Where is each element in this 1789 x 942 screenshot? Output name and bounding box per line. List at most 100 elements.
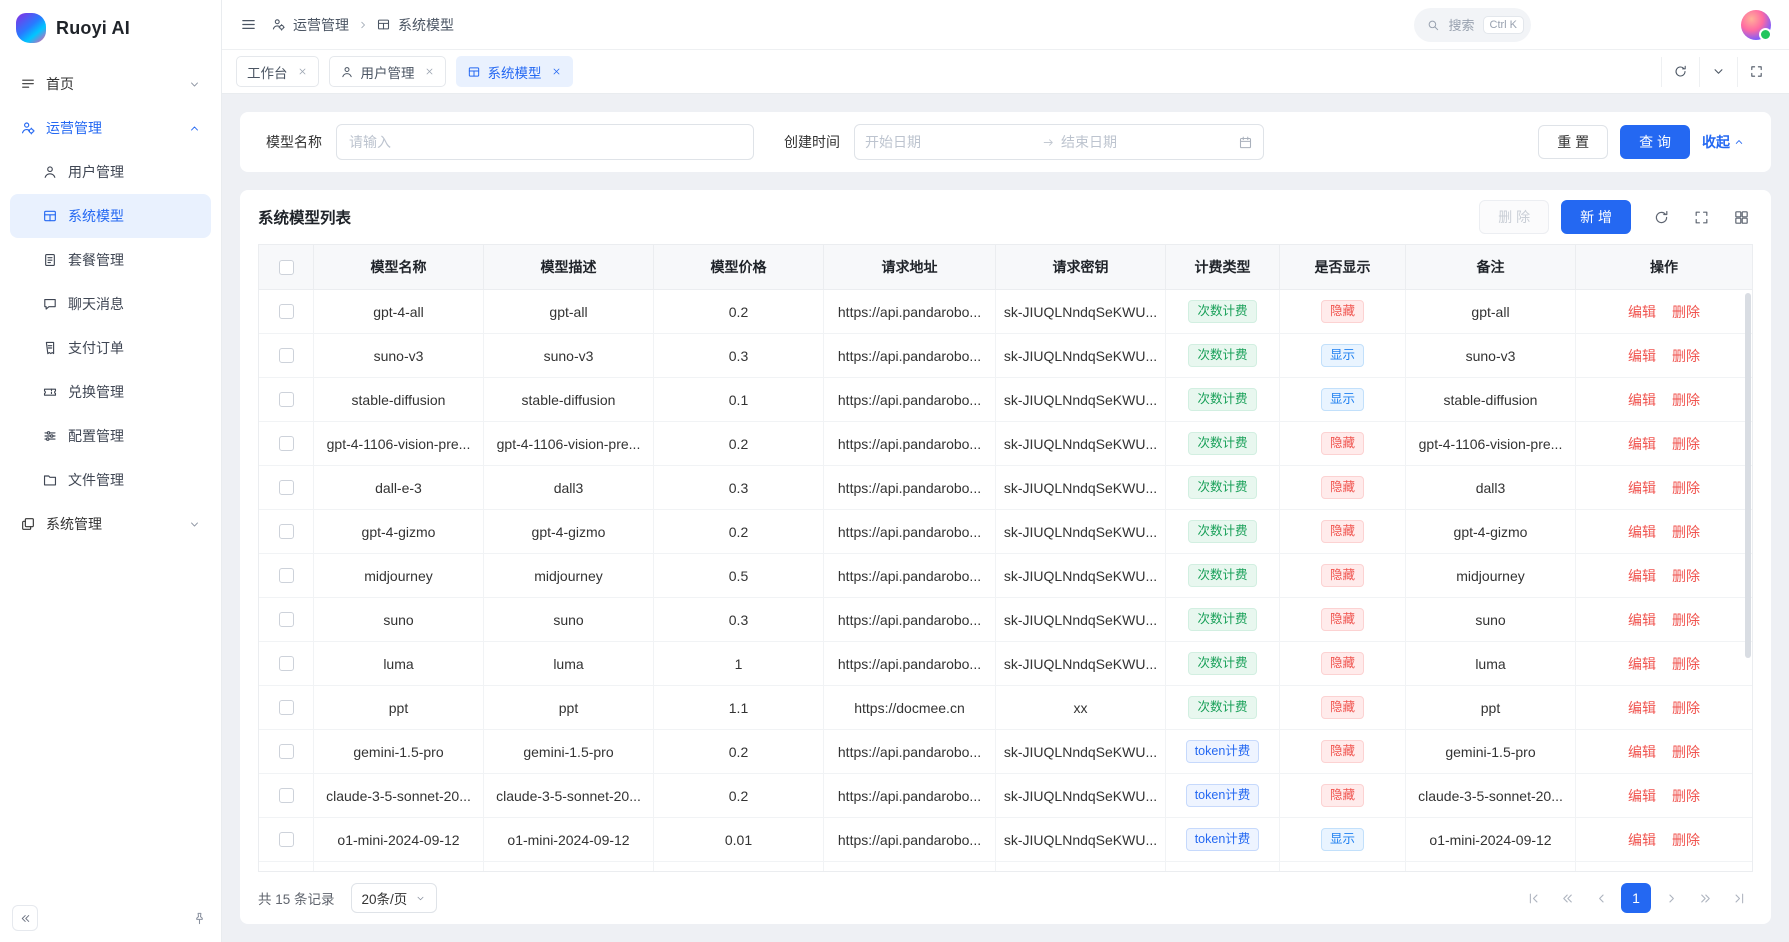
sidebar-subitem[interactable]: 聊天消息 (10, 282, 211, 326)
visibility-badge[interactable]: 隐藏 (1321, 432, 1364, 455)
delete-link[interactable]: 删除 (1672, 654, 1700, 674)
edit-link[interactable]: 编辑 (1628, 742, 1656, 762)
column-header-billing-type[interactable]: 计费类型 (1166, 245, 1280, 289)
row-checkbox[interactable] (279, 612, 294, 627)
pin-button[interactable] (189, 908, 209, 928)
tab[interactable]: 系统模型 (456, 56, 573, 87)
pager-button[interactable] (1553, 884, 1581, 912)
row-checkbox[interactable] (279, 348, 294, 363)
delete-link[interactable]: 删除 (1672, 830, 1700, 850)
row-checkbox[interactable] (279, 700, 294, 715)
pager-button[interactable] (1691, 884, 1719, 912)
avatar[interactable] (1741, 10, 1771, 40)
table-tool-button[interactable] (1689, 205, 1713, 229)
row-checkbox[interactable] (279, 436, 294, 451)
column-header-request-url[interactable]: 请求地址 (824, 245, 996, 289)
sidebar-subitem[interactable]: 配置管理 (10, 414, 211, 458)
delete-link[interactable]: 删除 (1672, 566, 1700, 586)
row-checkbox[interactable] (279, 392, 294, 407)
pager-button[interactable] (1587, 884, 1615, 912)
column-header-model-price[interactable]: 模型价格 (654, 245, 824, 289)
model-name-input[interactable] (336, 124, 754, 160)
current-page-button[interactable]: 1 (1621, 883, 1651, 913)
delete-link[interactable]: 删除 (1672, 610, 1700, 630)
visibility-badge[interactable]: 隐藏 (1321, 564, 1364, 587)
sidebar-toggle-button[interactable] (240, 16, 257, 33)
search-button[interactable]: 搜索 Ctrl K (1414, 8, 1531, 42)
delete-button[interactable]: 删 除 (1479, 200, 1549, 234)
edit-link[interactable]: 编辑 (1628, 610, 1656, 630)
add-button[interactable]: 新 增 (1561, 200, 1631, 234)
scrollbar-thumb[interactable] (1745, 293, 1751, 658)
tab-close-icon[interactable] (551, 66, 562, 77)
tab[interactable]: 用户管理 (329, 56, 446, 87)
brand[interactable]: Ruoyi AI (0, 0, 221, 56)
sidebar-subitem[interactable]: 用户管理 (10, 150, 211, 194)
sidebar-subitem[interactable]: 套餐管理 (10, 238, 211, 282)
edit-link[interactable]: 编辑 (1628, 478, 1656, 498)
column-header-model-name[interactable]: 模型名称 (314, 245, 484, 289)
edit-link[interactable]: 编辑 (1628, 522, 1656, 542)
column-header-request-key[interactable]: 请求密钥 (996, 245, 1166, 289)
delete-link[interactable]: 删除 (1672, 346, 1700, 366)
edit-link[interactable]: 编辑 (1628, 786, 1656, 806)
reset-button[interactable]: 重 置 (1538, 125, 1608, 159)
edit-link[interactable]: 编辑 (1628, 830, 1656, 850)
row-checkbox[interactable] (279, 744, 294, 759)
visibility-badge[interactable]: 隐藏 (1321, 740, 1364, 763)
sidebar-subitem[interactable]: 系统模型 (10, 194, 211, 238)
end-date-input[interactable] (1061, 134, 1232, 150)
table-tool-button[interactable] (1649, 205, 1673, 229)
breadcrumb-item[interactable]: 运营管理 (271, 15, 349, 35)
sidebar-collapse-button[interactable] (12, 905, 38, 931)
row-checkbox[interactable] (279, 656, 294, 671)
row-checkbox[interactable] (279, 304, 294, 319)
sidebar-subitem[interactable]: 支付订单 (10, 326, 211, 370)
tab-close-icon[interactable] (424, 66, 435, 77)
visibility-badge[interactable]: 显示 (1321, 344, 1364, 367)
delete-link[interactable]: 删除 (1672, 434, 1700, 454)
sidebar-subitem[interactable]: 兑换管理 (10, 370, 211, 414)
delete-link[interactable]: 删除 (1672, 742, 1700, 762)
edit-link[interactable]: 编辑 (1628, 698, 1656, 718)
start-date-input[interactable] (865, 134, 1036, 150)
sidebar-item-system[interactable]: 系统管理 (10, 502, 211, 546)
column-header-model-desc[interactable]: 模型描述 (484, 245, 654, 289)
visibility-badge[interactable]: 隐藏 (1321, 696, 1364, 719)
tabbar-action-button[interactable] (1699, 57, 1737, 87)
sidebar-item-home[interactable]: 首页 (10, 62, 211, 106)
edit-link[interactable]: 编辑 (1628, 390, 1656, 410)
delete-link[interactable]: 删除 (1672, 390, 1700, 410)
edit-link[interactable]: 编辑 (1628, 434, 1656, 454)
visibility-badge[interactable]: 隐藏 (1321, 608, 1364, 631)
row-checkbox[interactable] (279, 480, 294, 495)
pager-button[interactable] (1519, 884, 1547, 912)
edit-link[interactable]: 编辑 (1628, 566, 1656, 586)
sidebar-subitem[interactable]: 文件管理 (10, 458, 211, 502)
visibility-badge[interactable]: 隐藏 (1321, 520, 1364, 543)
table-scrollbar[interactable] (1743, 245, 1752, 871)
column-header-remark[interactable]: 备注 (1406, 245, 1576, 289)
tabbar-action-button[interactable] (1661, 57, 1699, 87)
query-button[interactable]: 查 询 (1620, 125, 1690, 159)
row-checkbox[interactable] (279, 788, 294, 803)
delete-link[interactable]: 删除 (1672, 478, 1700, 498)
select-all-checkbox[interactable] (279, 260, 294, 275)
row-checkbox[interactable] (279, 524, 294, 539)
column-header-visibility[interactable]: 是否显示 (1280, 245, 1406, 289)
row-checkbox[interactable] (279, 832, 294, 847)
pager-button[interactable] (1725, 884, 1753, 912)
edit-link[interactable]: 编辑 (1628, 302, 1656, 322)
tab[interactable]: 工作台 (236, 56, 319, 87)
delete-link[interactable]: 删除 (1672, 698, 1700, 718)
date-range-picker[interactable] (854, 124, 1264, 160)
breadcrumb-item[interactable]: 系统模型 (357, 15, 454, 35)
delete-link[interactable]: 删除 (1672, 302, 1700, 322)
table-tool-button[interactable] (1729, 205, 1753, 229)
visibility-badge[interactable]: 隐藏 (1321, 300, 1364, 323)
visibility-badge[interactable]: 隐藏 (1321, 476, 1364, 499)
page-size-select[interactable]: 20条/页 (351, 883, 438, 913)
tabbar-action-button[interactable] (1737, 57, 1775, 87)
pager-button[interactable] (1657, 884, 1685, 912)
visibility-badge[interactable]: 显示 (1321, 388, 1364, 411)
